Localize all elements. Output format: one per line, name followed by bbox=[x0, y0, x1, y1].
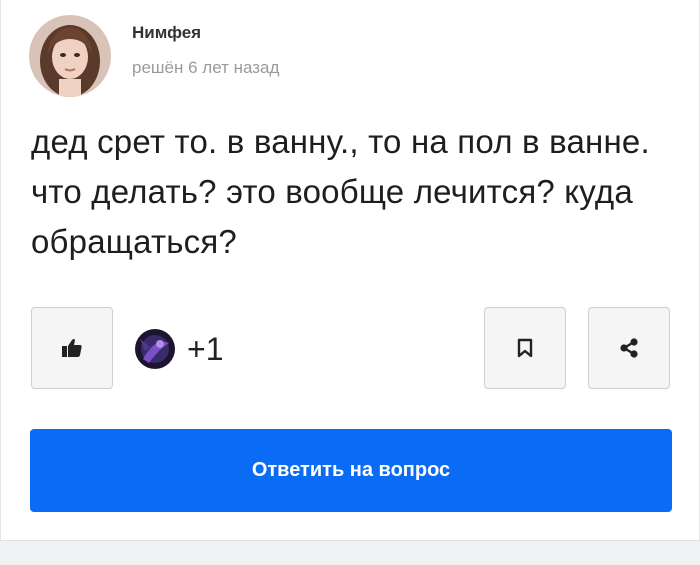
page-footer-strip bbox=[0, 540, 700, 565]
likes-count: +1 bbox=[187, 331, 224, 367]
share-icon bbox=[620, 338, 638, 358]
liker-photo bbox=[135, 329, 175, 369]
liker-avatar[interactable] bbox=[135, 329, 175, 369]
question-card: Нимфея решён 6 лет назад дед срет то. в … bbox=[0, 0, 700, 540]
thumbs-up-icon bbox=[62, 339, 82, 357]
author-photo bbox=[29, 15, 111, 97]
author-name[interactable]: Нимфея bbox=[132, 23, 201, 43]
solved-timestamp: решён 6 лет назад bbox=[132, 58, 280, 77]
answer-question-button[interactable]: Ответить на вопрос bbox=[30, 429, 672, 512]
bookmark-icon bbox=[517, 338, 533, 358]
author-avatar[interactable] bbox=[29, 15, 111, 97]
bookmark-button[interactable] bbox=[484, 307, 566, 389]
like-button[interactable] bbox=[31, 307, 113, 389]
question-text: дед срет то. в ванну., то на пол в ванне… bbox=[31, 123, 650, 260]
share-button[interactable] bbox=[588, 307, 670, 389]
